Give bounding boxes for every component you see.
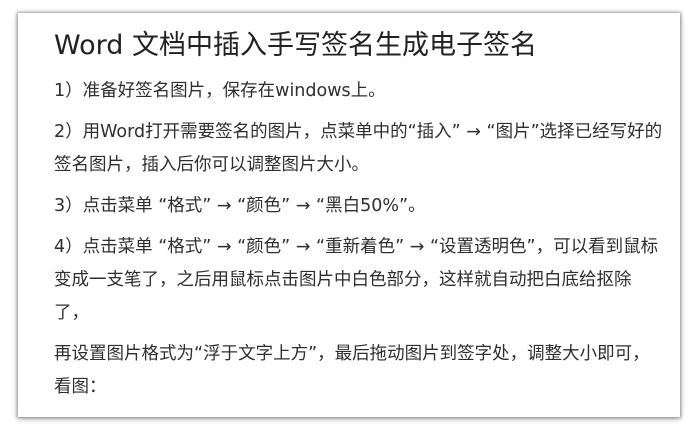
article-content: Word 文档中插入手写签名生成电子签名 1）准备好签名图片，保存在window… (54, 27, 664, 404)
step-2-paragraph: 2）用Word打开需要签名的图片，点菜单中的“插入” → “图片”选择已经写好的… (54, 122, 663, 175)
final-step-paragraph: 再设置图片格式为“浮于文字上方”，最后拖动图片到签字处，调整大小即可，看图： (54, 344, 650, 397)
article-title: Word 文档中插入手写签名生成电子签名 (54, 30, 537, 61)
step-4-paragraph: 4）点击菜单 “格式” → “颜色” → “重新着色” → “设置透明色”，可以… (54, 237, 659, 323)
step-3-paragraph: 3）点击菜单 “格式” → “颜色” → “黑白50%”。 (54, 196, 426, 216)
article-card: Word 文档中插入手写签名生成电子签名 1）准备好签名图片，保存在window… (18, 13, 680, 417)
step-1-paragraph: 1）准备好签名图片，保存在windows上。 (54, 81, 386, 101)
